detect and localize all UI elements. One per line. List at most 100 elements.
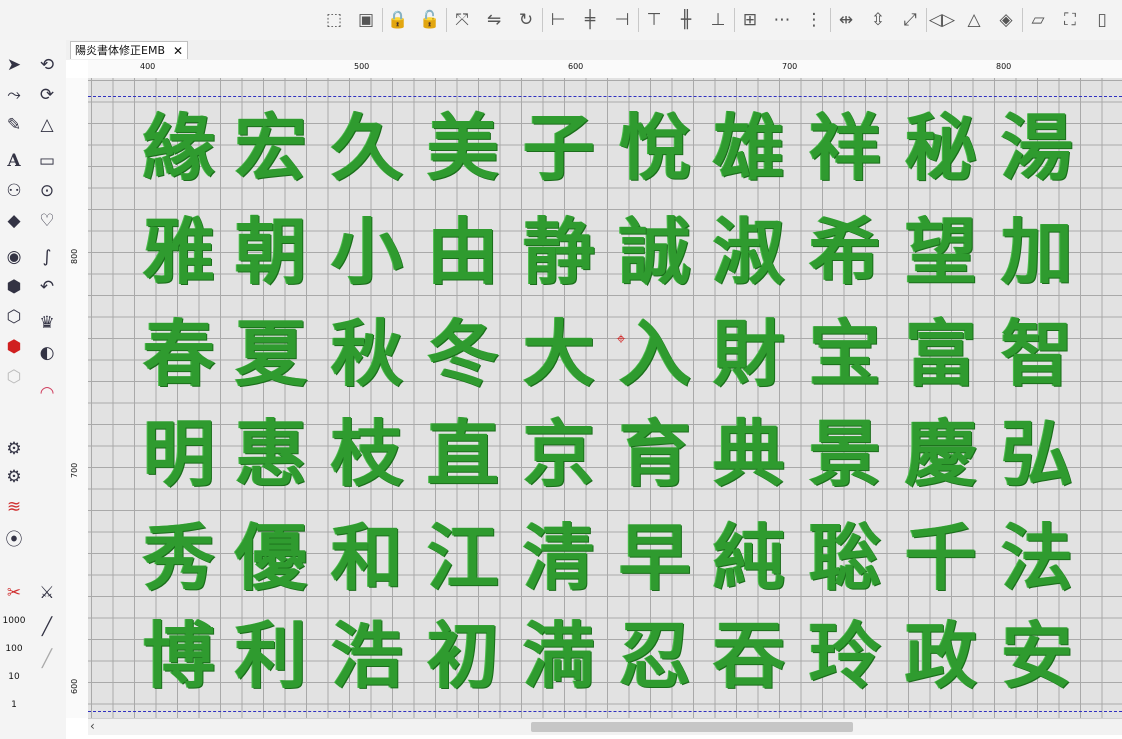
embroidery-glyph[interactable]: 早 — [612, 510, 698, 606]
embroidery-glyph[interactable]: 千 — [898, 510, 984, 606]
embroidery-glyph[interactable]: 育 — [612, 406, 698, 502]
embroidery-glyph[interactable]: 清 — [516, 510, 602, 606]
embroidery-glyph[interactable]: 緣 — [136, 100, 222, 196]
crown-icon[interactable]: ♛ — [34, 310, 60, 336]
embroidery-glyph[interactable]: 春 — [136, 306, 222, 402]
transform-icon[interactable]: ⤧ — [450, 6, 474, 34]
embroidery-glyph[interactable]: 入 — [612, 306, 698, 402]
embroidery-glyph[interactable]: 優 — [228, 510, 314, 606]
embroidery-glyph[interactable]: 秋 — [324, 306, 410, 402]
distribute-h-icon[interactable]: ⋯ — [770, 6, 794, 34]
mirror-icon[interactable]: ⇋ — [482, 6, 506, 34]
embroidery-glyph[interactable]: 美 — [420, 100, 506, 196]
embroidery-glyph[interactable]: 静 — [516, 204, 602, 300]
embroidery-glyph[interactable]: 聡 — [802, 510, 888, 606]
embroidery-glyph[interactable]: 玲 — [802, 608, 888, 704]
stitch-count-label[interactable]: 10 — [0, 672, 28, 682]
embroidery-glyph[interactable]: 誠 — [612, 204, 698, 300]
embroidery-glyph[interactable]: 希 — [802, 204, 888, 300]
embroidery-glyph[interactable]: 秘 — [898, 100, 984, 196]
flip-both-icon[interactable]: ◈ — [994, 6, 1018, 34]
embroidery-glyph[interactable]: 京 — [516, 406, 602, 502]
stitch-run-icon[interactable]: ⚙ — [1, 464, 27, 490]
embroidery-glyph[interactable]: 惠 — [228, 406, 314, 502]
embroidery-glyph[interactable]: 富 — [898, 306, 984, 402]
node-edit-icon[interactable]: △ — [34, 112, 60, 138]
embroidery-glyph[interactable]: 財 — [706, 306, 792, 402]
align-bottom-icon[interactable]: ⊥ — [706, 6, 730, 34]
embroidery-glyph[interactable]: 政 — [898, 608, 984, 704]
flip-v-icon[interactable]: △ — [962, 6, 986, 34]
embroidery-glyph[interactable]: 湯 — [994, 100, 1080, 196]
fill-hexagon-icon[interactable]: ⬢ — [1, 274, 27, 300]
document-tab[interactable]: 陽炎書体修正EMB ✕ — [70, 41, 188, 59]
close-icon[interactable]: ✕ — [173, 42, 183, 60]
distribute-v-icon[interactable]: ⋮ — [802, 6, 826, 34]
embroidery-glyph[interactable]: 久 — [324, 100, 410, 196]
red-hexagon-icon[interactable]: ⬢ — [1, 334, 27, 360]
unlock-icon[interactable]: 🔓 — [418, 6, 442, 34]
embroidery-glyph[interactable]: 望 — [898, 204, 984, 300]
motif-icon[interactable]: ⦿ — [1, 524, 27, 550]
reshape-node-icon[interactable]: ⤳ — [1, 82, 27, 108]
embroidery-glyph[interactable]: 安 — [994, 608, 1080, 704]
embroidery-glyph[interactable]: 弘 — [994, 406, 1080, 502]
gray-hexagon-icon[interactable]: ⬡ — [1, 364, 27, 390]
select-grid-icon[interactable]: ⬚ — [322, 6, 346, 34]
lock-icon[interactable]: 🔒 — [386, 6, 410, 34]
palette-icon[interactable]: ◐ — [34, 340, 60, 366]
rotate-icon[interactable]: ↻ — [514, 6, 538, 34]
stitch-player-icon[interactable]: ⚙ — [1, 436, 27, 462]
stitch-count-label[interactable]: 1000 — [0, 616, 28, 626]
embroidery-glyph[interactable]: 枝 — [324, 406, 410, 502]
embroidery-glyph[interactable]: 浩 — [324, 608, 410, 704]
freehand-icon[interactable]: ∫ — [34, 244, 60, 270]
embroidery-glyph[interactable]: 景 — [802, 406, 888, 502]
embroidery-glyph[interactable]: 博 — [136, 608, 222, 704]
embroidery-glyph[interactable]: 初 — [420, 608, 506, 704]
more-icon[interactable]: ▯ — [1090, 6, 1114, 34]
scroll-left-icon[interactable]: ‹ — [90, 719, 95, 733]
fit-icon[interactable]: ⛶ — [1058, 6, 1082, 34]
embroidery-glyph[interactable]: 由 — [420, 204, 506, 300]
knife-icon[interactable]: ⚔ — [34, 580, 60, 606]
embroidery-glyph[interactable]: 明 — [136, 406, 222, 502]
flip-h-icon[interactable]: ◁▷ — [929, 6, 955, 34]
embroidery-glyph[interactable]: 雅 — [136, 204, 222, 300]
back-arrow-icon[interactable]: ↶ — [34, 274, 60, 300]
embroidery-glyph[interactable]: 悅 — [612, 100, 698, 196]
embroidery-glyph[interactable]: 雄 — [706, 100, 792, 196]
embroidery-glyph[interactable]: 祥 — [802, 100, 888, 196]
align-middle-icon[interactable]: ╫ — [674, 6, 698, 34]
embroidery-glyph[interactable]: 利 — [228, 608, 314, 704]
curve-open-icon[interactable]: ⟳ — [34, 82, 60, 108]
embroidery-glyph[interactable]: 直 — [420, 406, 506, 502]
skew-icon[interactable]: ▱ — [1026, 6, 1050, 34]
horizontal-scrollbar[interactable]: ‹ — [88, 718, 1122, 735]
needle-icon[interactable]: ╱ — [34, 614, 60, 640]
embroidery-glyph[interactable]: 朝 — [228, 204, 314, 300]
rectangle-icon[interactable]: ▭ — [34, 148, 60, 174]
ellipse-icon[interactable]: ⊙ — [34, 178, 60, 204]
group-icon[interactable]: ▣ — [354, 6, 378, 34]
zigzag-icon[interactable]: ≋ — [1, 494, 27, 520]
space-h-icon[interactable]: ⇹ — [834, 6, 858, 34]
embroidery-glyph[interactable]: 忍 — [612, 608, 698, 704]
embroidery-glyph[interactable]: 純 — [706, 510, 792, 606]
team-names-icon[interactable]: ⚇ — [1, 178, 27, 204]
text-tool-icon[interactable]: A — [1, 148, 27, 174]
align-right-icon[interactable]: ⊣ — [610, 6, 634, 34]
design-work-area[interactable]: ⌖ 緣宏久美子悅雄祥秘湯雅朝小由静誠淑希望加春夏秋冬大入財宝富智明惠枝直京育典景… — [88, 78, 1122, 718]
scrollbar-thumb[interactable] — [531, 722, 853, 732]
embroidery-glyph[interactable]: 小 — [324, 204, 410, 300]
embroidery-glyph[interactable]: 吞 — [706, 608, 792, 704]
align-center-icon[interactable]: ╪ — [578, 6, 602, 34]
pen-icon[interactable]: ✎ — [1, 112, 27, 138]
lace-icon[interactable]: ◠ — [34, 380, 60, 406]
curve-closed-icon[interactable]: ⟲ — [34, 52, 60, 78]
stitch-count-label[interactable]: 1 — [0, 700, 28, 710]
cut-icon[interactable]: ✂ — [1, 580, 27, 606]
space-v-icon[interactable]: ⇳ — [866, 6, 890, 34]
embroidery-glyph[interactable]: 典 — [706, 406, 792, 502]
shapes-icon[interactable]: ♡ — [34, 208, 60, 234]
